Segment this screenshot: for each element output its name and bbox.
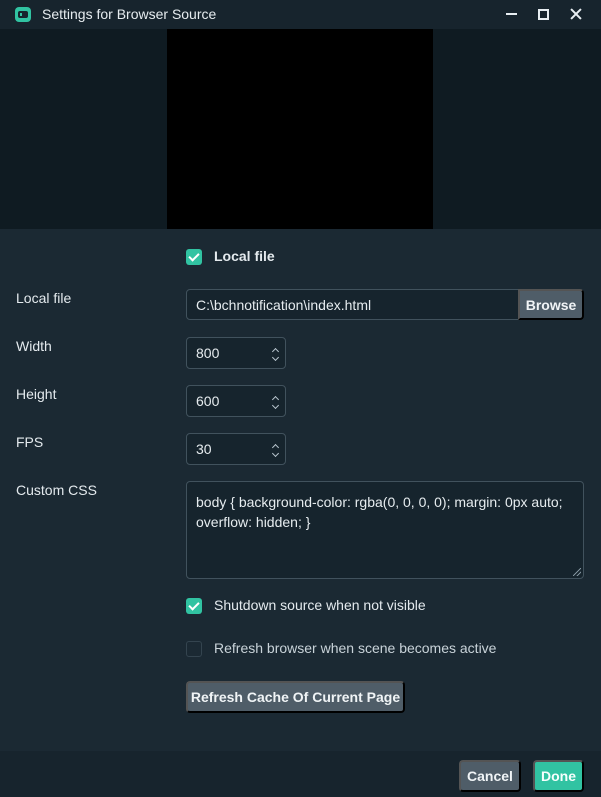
title-bar: Settings for Browser Source	[0, 0, 601, 29]
done-button[interactable]: Done	[533, 760, 584, 792]
local-file-label: Local file	[16, 290, 72, 306]
width-spinner[interactable]: 800	[186, 337, 286, 369]
maximize-button[interactable]	[530, 3, 556, 25]
streamlabs-icon	[15, 7, 31, 22]
fps-decrement-icon[interactable]	[271, 449, 280, 458]
preview-canvas	[167, 29, 433, 229]
width-value: 800	[196, 345, 220, 361]
minimize-button[interactable]	[498, 3, 524, 25]
close-icon	[570, 8, 582, 20]
custom-css-text: body { background-color: rgba(0, 0, 0, 0…	[196, 494, 563, 530]
refresh-browser-checkbox[interactable]	[186, 641, 202, 657]
local-file-input[interactable]: C:\bchnotification\index.html	[186, 289, 519, 320]
height-spinner[interactable]: 600	[186, 385, 286, 417]
source-preview	[0, 29, 601, 229]
fps-label: FPS	[16, 434, 44, 450]
fps-value: 30	[196, 441, 212, 457]
cancel-button[interactable]: Cancel	[459, 760, 521, 792]
local-file-path: C:\bchnotification\index.html	[196, 297, 372, 313]
width-label: Width	[16, 338, 52, 354]
window-title: Settings for Browser Source	[42, 6, 217, 22]
resize-grip-icon[interactable]	[573, 568, 581, 576]
dialog-footer: Cancel Done	[0, 751, 601, 797]
fps-spinner[interactable]: 30	[186, 433, 286, 465]
close-button[interactable]	[563, 3, 589, 25]
shutdown-source-checkbox[interactable]	[186, 598, 202, 614]
browse-button[interactable]: Browse	[518, 289, 584, 320]
refresh-cache-button[interactable]: Refresh Cache Of Current Page	[186, 681, 405, 713]
maximize-icon	[537, 8, 549, 20]
custom-css-textarea[interactable]: body { background-color: rgba(0, 0, 0, 0…	[186, 481, 584, 579]
minimize-icon	[505, 13, 517, 15]
width-decrement-icon[interactable]	[271, 353, 280, 362]
height-value: 600	[196, 393, 220, 409]
local-file-checkbox-label[interactable]: Local file	[214, 248, 275, 264]
height-decrement-icon[interactable]	[271, 401, 280, 410]
height-label: Height	[16, 386, 57, 402]
shutdown-source-label[interactable]: Shutdown source when not visible	[214, 597, 426, 613]
custom-css-label: Custom CSS	[16, 482, 97, 498]
refresh-browser-label[interactable]: Refresh browser when scene becomes activ…	[214, 640, 496, 656]
settings-panel: Local file Local file C:\bchnotification…	[0, 229, 601, 751]
local-file-checkbox[interactable]	[186, 249, 202, 265]
